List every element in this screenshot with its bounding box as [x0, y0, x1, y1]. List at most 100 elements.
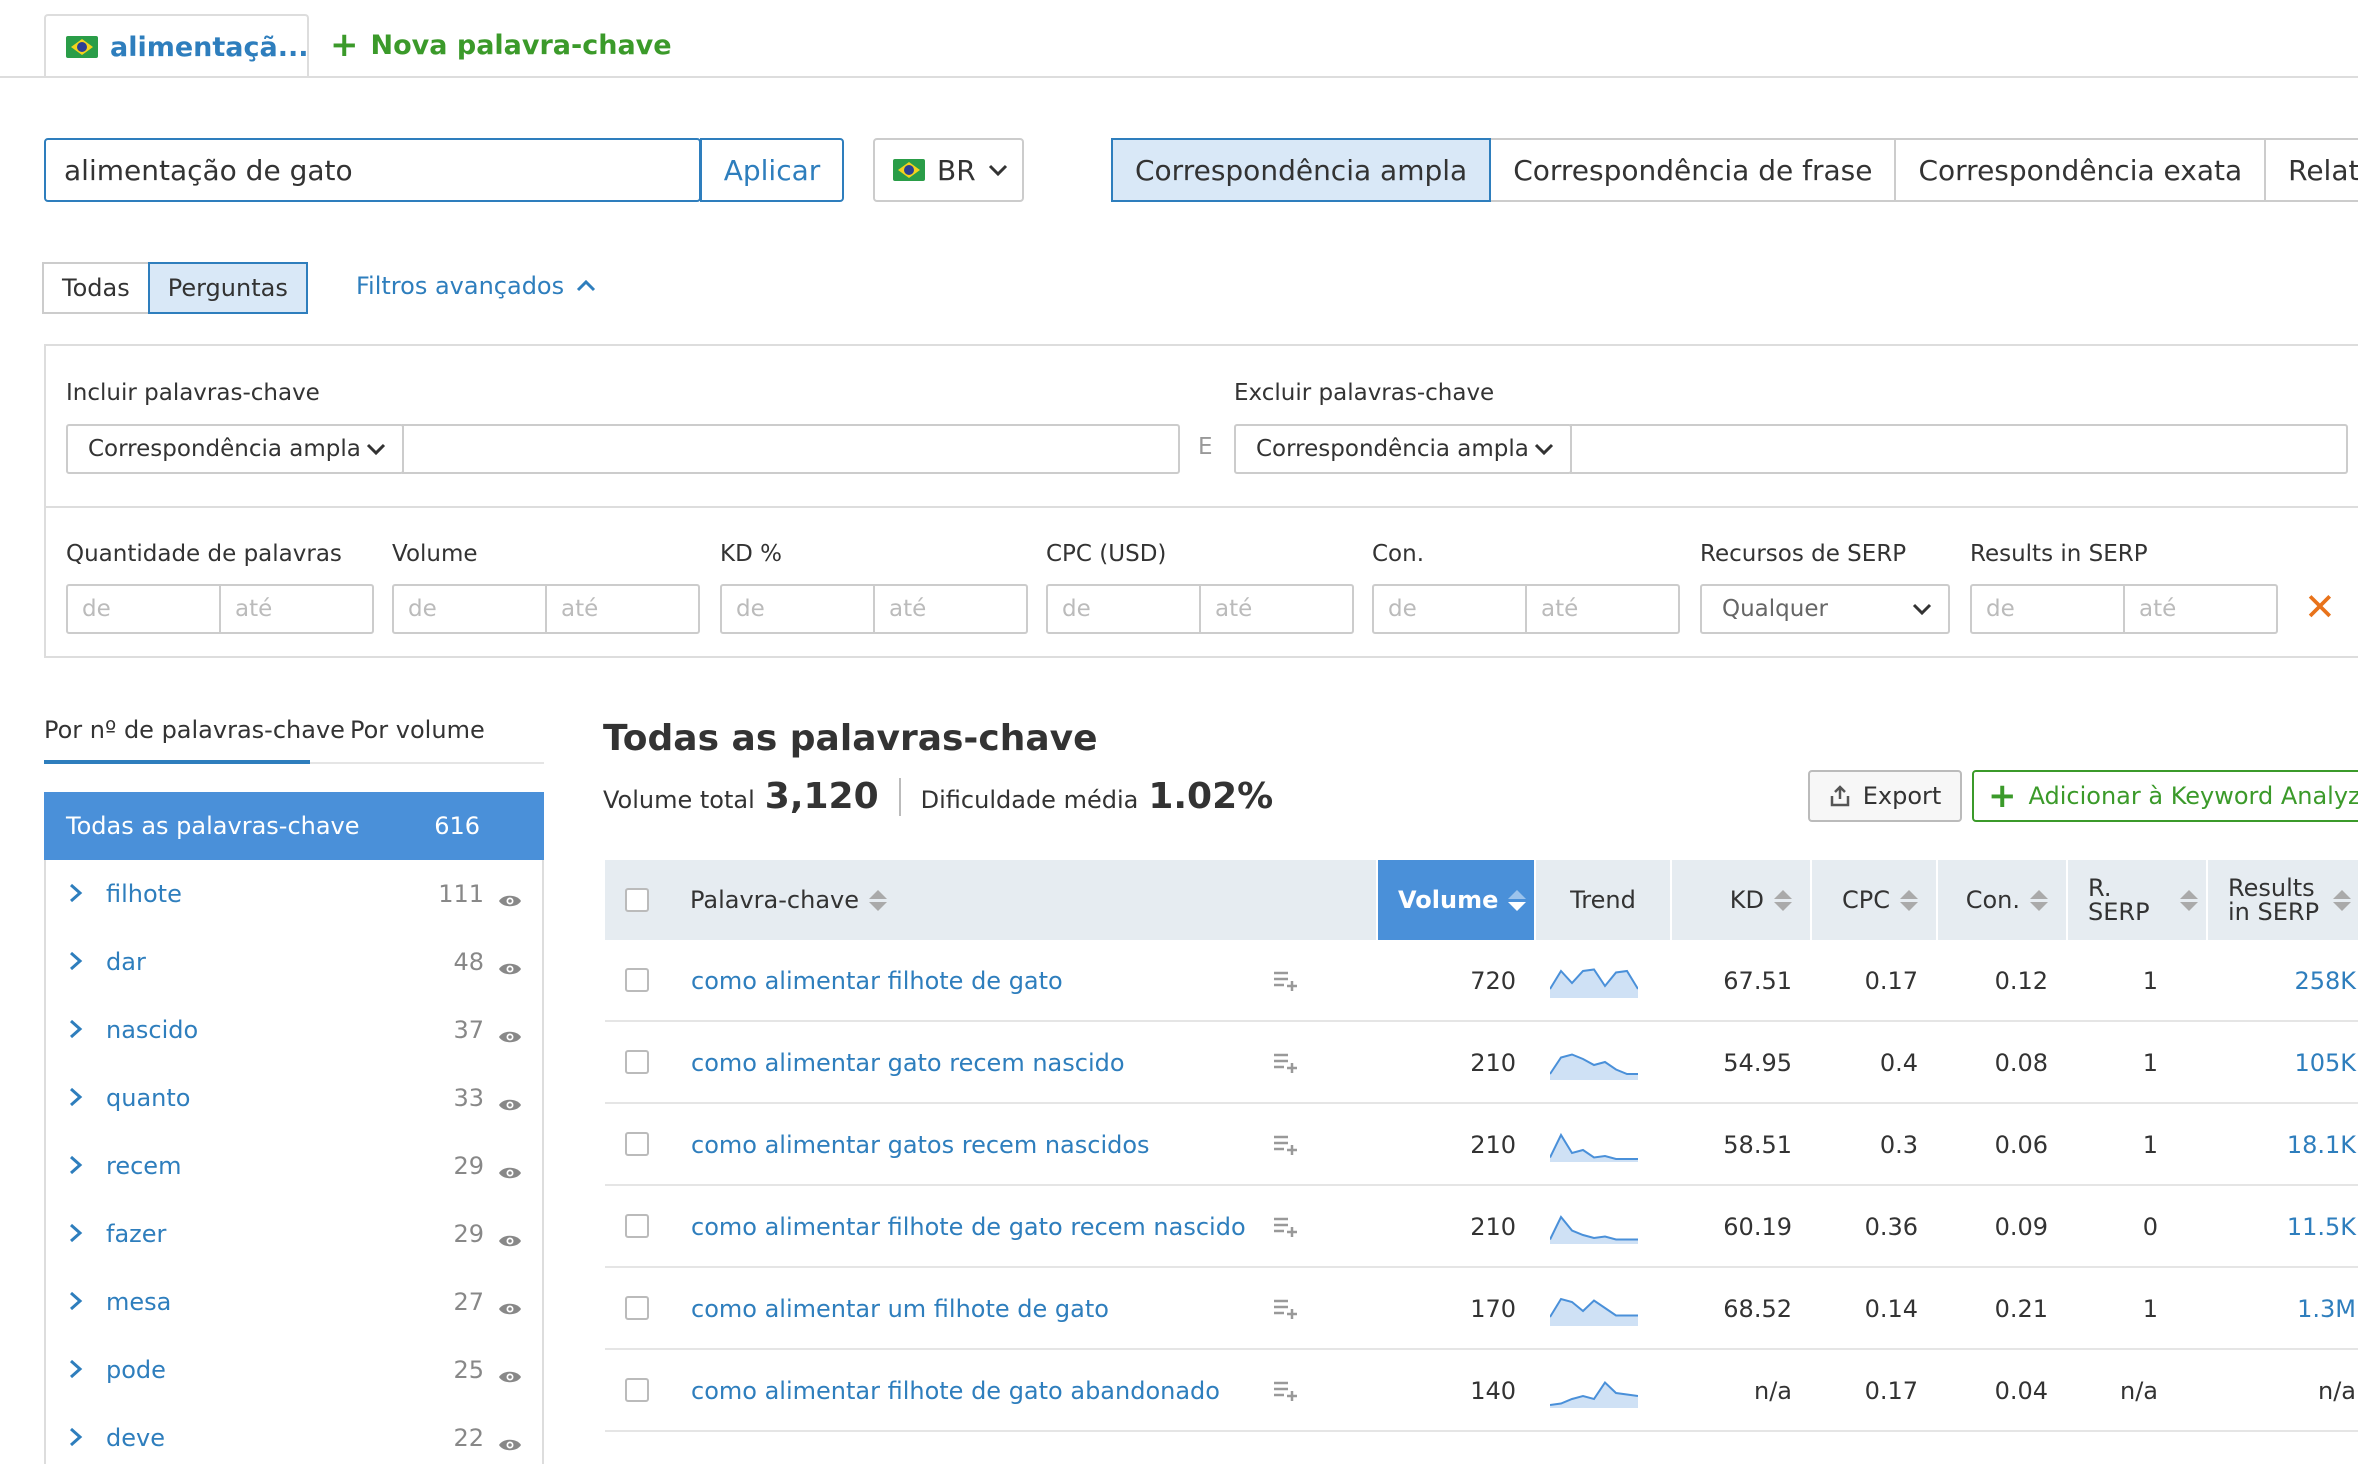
eye-icon[interactable]: [498, 1023, 522, 1043]
exclude-match-select[interactable]: Correspondência ampla: [1234, 424, 1572, 474]
results-from[interactable]: de: [1970, 584, 2125, 634]
results-in-serp-value[interactable]: n/a: [2318, 1377, 2356, 1405]
row-checkbox[interactable]: [625, 1296, 649, 1320]
eye-icon[interactable]: [498, 955, 522, 975]
tab-by-volume[interactable]: Por volume: [350, 716, 485, 744]
results-in-serp-value[interactable]: 18.1K: [2287, 1131, 2356, 1159]
sidebar-group-item[interactable]: recem 29: [44, 1132, 544, 1200]
rserp-header-line2: SERP: [2088, 898, 2150, 926]
eye-icon[interactable]: [498, 1363, 522, 1383]
add-to-list-icon[interactable]: [1273, 1134, 1299, 1156]
match-exact-tab[interactable]: Correspondência exata: [1894, 138, 2267, 202]
cpc-to[interactable]: até: [1199, 584, 1354, 634]
kd-to[interactable]: até: [873, 584, 1028, 634]
row-checkbox[interactable]: [625, 1378, 649, 1402]
match-broad-tab[interactable]: Correspondência ampla: [1111, 138, 1492, 202]
column-results-in-serp[interactable]: Results in SERP: [2206, 860, 2358, 940]
keyword-link[interactable]: como alimentar filhote de gato: [691, 967, 1063, 995]
kd-from[interactable]: de: [720, 584, 875, 634]
group-label: deve: [106, 1424, 165, 1452]
con-to[interactable]: até: [1525, 584, 1680, 634]
keyword-link[interactable]: como alimentar filhote de gato abandonad…: [691, 1377, 1220, 1405]
advanced-filters-toggle[interactable]: Filtros avançados: [356, 272, 596, 300]
eye-icon[interactable]: [498, 1295, 522, 1315]
sidebar-group-item[interactable]: nascido 37: [44, 996, 544, 1064]
sidebar-group-item[interactable]: filhote 111: [44, 860, 544, 928]
chevron-right-icon[interactable]: [68, 945, 94, 980]
results-in-serp-value[interactable]: 1.3M: [2297, 1295, 2356, 1323]
row-checkbox[interactable]: [625, 1050, 649, 1074]
eye-icon[interactable]: [498, 1091, 522, 1111]
clear-filters-icon[interactable]: ✕: [2304, 588, 2336, 626]
sidebar-item-all-keywords[interactable]: Todas as palavras-chave 616: [44, 792, 544, 860]
exclude-keywords-input[interactable]: [1570, 424, 2348, 474]
chevron-right-icon[interactable]: [68, 1421, 94, 1456]
add-to-list-icon[interactable]: [1273, 1052, 1299, 1074]
export-button[interactable]: Export: [1808, 770, 1962, 822]
country-select[interactable]: BR: [873, 138, 1024, 202]
keyword-link[interactable]: como alimentar gato recem nascido: [691, 1049, 1125, 1077]
column-volume[interactable]: Volume: [1376, 860, 1534, 940]
match-phrase-tab[interactable]: Correspondência de frase: [1489, 138, 1897, 202]
serp-features-select[interactable]: Qualquer: [1700, 584, 1950, 634]
new-keyword-button[interactable]: + Nova palavra-chave: [330, 28, 672, 62]
volume-from[interactable]: de: [392, 584, 547, 634]
row-checkbox[interactable]: [625, 1214, 649, 1238]
eye-icon[interactable]: [498, 1431, 522, 1451]
serp-features-value: Qualquer: [1722, 596, 1828, 622]
keyword-link[interactable]: como alimentar filhote de gato recem nas…: [691, 1213, 1246, 1241]
column-related-serp[interactable]: R. SERP: [2066, 860, 2206, 940]
eye-icon[interactable]: [498, 1159, 522, 1179]
sidebar-group-item[interactable]: deve 22: [44, 1404, 544, 1464]
eye-icon[interactable]: [498, 1227, 522, 1247]
all-toggle-button[interactable]: Todas: [42, 262, 150, 314]
word-count-to[interactable]: até: [219, 584, 374, 634]
sidebar-group-item[interactable]: mesa 27: [44, 1268, 544, 1336]
apply-button[interactable]: Aplicar: [700, 138, 844, 202]
column-keyword[interactable]: Palavra-chave: [672, 860, 1376, 940]
con-from[interactable]: de: [1372, 584, 1527, 634]
keyword-tab-active[interactable]: alimentaçã...: [44, 14, 309, 78]
chevron-right-icon[interactable]: [68, 1285, 94, 1320]
tab-by-keyword-count[interactable]: Por nº de palavras-chave: [44, 716, 345, 744]
related-serp-value: 1: [2142, 967, 2158, 995]
add-to-list-icon[interactable]: [1273, 1216, 1299, 1238]
results-in-serp-value[interactable]: 258K: [2294, 967, 2356, 995]
include-keywords-input[interactable]: [402, 424, 1180, 474]
chevron-right-icon[interactable]: [68, 877, 94, 912]
questions-toggle-button[interactable]: Perguntas: [147, 262, 308, 314]
eye-icon[interactable]: [498, 887, 522, 907]
results-in-serp-value[interactable]: 105K: [2294, 1049, 2356, 1077]
cpc-from[interactable]: de: [1046, 584, 1201, 634]
results-in-serp-value[interactable]: 11.5K: [2287, 1213, 2356, 1241]
chevron-right-icon[interactable]: [68, 1013, 94, 1048]
column-con[interactable]: Con.: [1936, 860, 2066, 940]
volume-to[interactable]: até: [545, 584, 700, 634]
sidebar-group-item[interactable]: pode 25: [44, 1336, 544, 1404]
sidebar-group-item[interactable]: dar 48: [44, 928, 544, 996]
chevron-right-icon[interactable]: [68, 1217, 94, 1252]
add-to-keyword-analyzer-button[interactable]: + Adicionar à Keyword Analyzer: [1972, 770, 2358, 822]
match-related-tab[interactable]: Relatednew: [2264, 138, 2358, 202]
column-cpc[interactable]: CPC: [1810, 860, 1936, 940]
chevron-right-icon[interactable]: [68, 1149, 94, 1184]
add-to-list-icon[interactable]: [1273, 1380, 1299, 1402]
chevron-right-icon[interactable]: [68, 1353, 94, 1388]
keyword-link[interactable]: como alimentar um filhote de gato: [691, 1295, 1109, 1323]
chevron-right-icon[interactable]: [68, 1081, 94, 1116]
sort-icon: [2030, 889, 2048, 911]
results-to[interactable]: até: [2123, 584, 2278, 634]
word-count-from[interactable]: de: [66, 584, 221, 634]
row-checkbox[interactable]: [625, 1132, 649, 1156]
add-to-list-icon[interactable]: [1273, 1298, 1299, 1320]
sidebar-group-item[interactable]: quanto 33: [44, 1064, 544, 1132]
include-match-select[interactable]: Correspondência ampla: [66, 424, 404, 474]
row-checkbox[interactable]: [625, 968, 649, 992]
column-kd[interactable]: KD: [1670, 860, 1810, 940]
sidebar-group-item[interactable]: fazer 29: [44, 1200, 544, 1268]
keyword-link[interactable]: como alimentar gatos recem nascidos: [691, 1131, 1150, 1159]
select-all-checkbox[interactable]: [625, 888, 649, 912]
add-to-list-icon[interactable]: [1273, 970, 1299, 992]
chevron-down-icon: [988, 164, 1007, 177]
search-input[interactable]: [46, 153, 696, 187]
